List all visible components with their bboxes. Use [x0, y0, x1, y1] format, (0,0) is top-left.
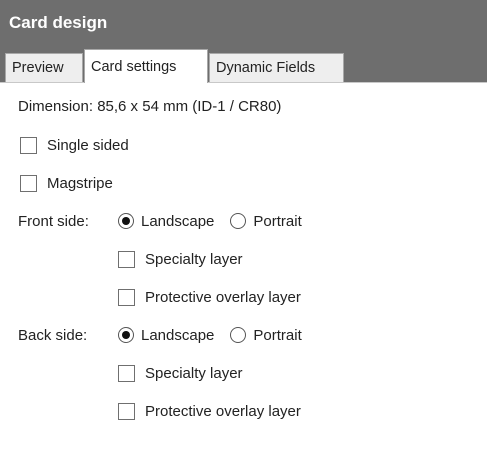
front-overlay-label: Protective overlay layer [145, 288, 301, 306]
card-design-panel: Card design Preview Card settings Dynami… [0, 0, 487, 466]
magstripe-option[interactable]: Magstripe [20, 172, 113, 194]
front-specialty-option[interactable]: Specialty layer [118, 248, 243, 270]
magstripe-label: Magstripe [47, 174, 113, 192]
front-landscape-radio[interactable] [118, 213, 134, 229]
back-overlay-label: Protective overlay layer [145, 402, 301, 420]
front-specialty-checkbox[interactable] [118, 250, 135, 268]
panel-title: Card design [9, 13, 108, 32]
back-side-label: Back side: [18, 326, 88, 344]
front-side-label: Front side: [18, 212, 89, 230]
tab-strip: Preview Card settings Dynamic Fields [0, 45, 487, 83]
tab-content-border [0, 82, 487, 83]
back-specialty-label: Specialty layer [145, 364, 243, 382]
panel-header: Card design [0, 0, 487, 45]
single-sided-option[interactable]: Single sided [20, 134, 129, 156]
back-portrait-radio[interactable] [230, 327, 247, 343]
back-overlay-option[interactable]: Protective overlay layer [118, 400, 301, 422]
back-landscape-radio[interactable] [118, 327, 134, 343]
front-specialty-label: Specialty layer [145, 250, 243, 268]
single-sided-label: Single sided [47, 136, 129, 154]
magstripe-checkbox[interactable] [20, 174, 37, 192]
tab-dynamic-fields[interactable]: Dynamic Fields [209, 53, 344, 82]
back-specialty-checkbox[interactable] [118, 364, 135, 382]
back-overlay-checkbox[interactable] [118, 402, 135, 420]
single-sided-checkbox[interactable] [20, 136, 37, 154]
dimension-text: Dimension: 85,6 x 54 mm (ID-1 / CR80) [18, 98, 282, 115]
front-portrait-label: Portrait [253, 212, 302, 230]
front-portrait-radio[interactable] [230, 213, 247, 229]
back-portrait-label: Portrait [253, 326, 302, 344]
back-landscape-label: Landscape [141, 326, 215, 344]
front-landscape-label: Landscape [141, 212, 215, 230]
tab-card-settings[interactable]: Card settings [84, 49, 208, 83]
front-overlay-option[interactable]: Protective overlay layer [118, 286, 301, 308]
back-specialty-option[interactable]: Specialty layer [118, 362, 243, 384]
front-side-row: Front side: Landscape Portrait [18, 210, 302, 232]
front-overlay-checkbox[interactable] [118, 288, 135, 306]
back-side-row: Back side: Landscape Portrait [18, 324, 302, 346]
tab-preview[interactable]: Preview [5, 53, 83, 82]
